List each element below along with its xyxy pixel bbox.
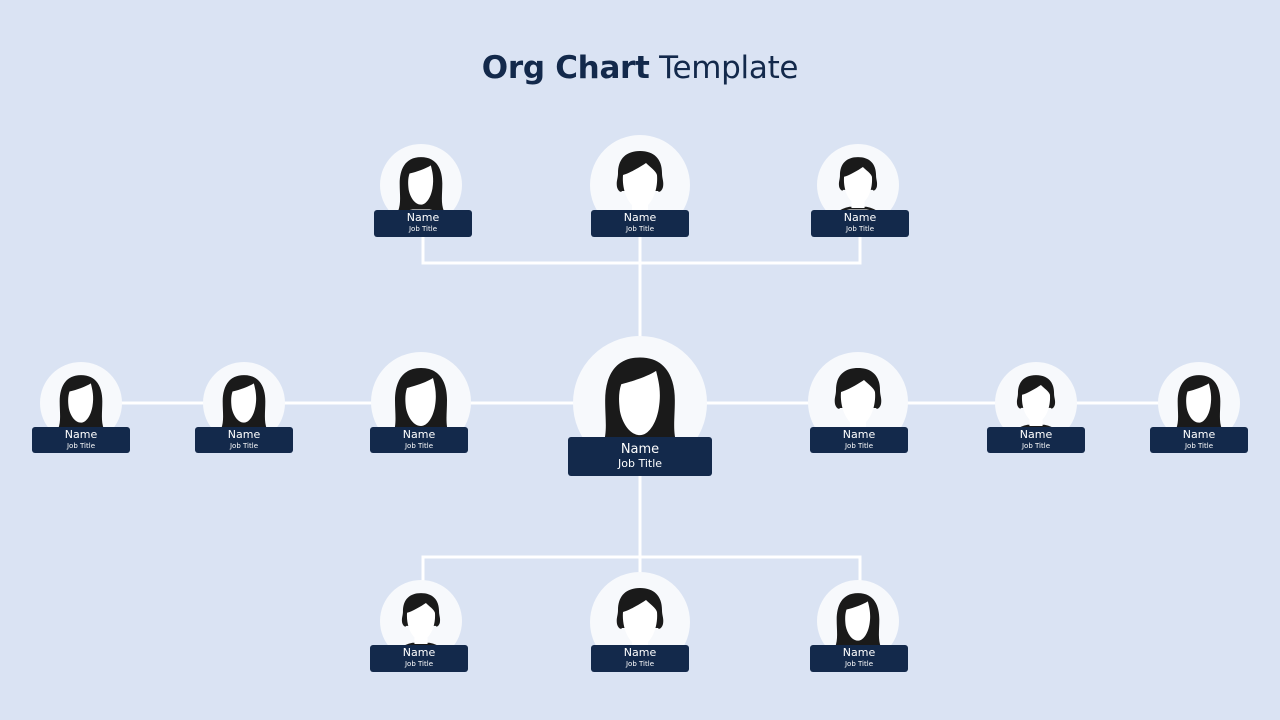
node-job-title: Job Title (408, 225, 438, 233)
node-job-title: Job Title (844, 442, 874, 450)
node-name: Name (402, 646, 436, 659)
node-name: Name (843, 211, 877, 224)
name-label: Name Job Title (987, 427, 1085, 453)
node-name: Name (406, 211, 440, 224)
name-label: Name Job Title (591, 645, 689, 672)
node-job-title: Job Title (229, 442, 259, 450)
name-label: Name Job Title (1150, 427, 1248, 453)
node-job-title: Job Title (1184, 442, 1214, 450)
node-job-title: Job Title (404, 442, 434, 450)
node-name: Name (1019, 428, 1053, 441)
node-name: Name (227, 428, 261, 441)
node-job-title: Job Title (617, 457, 663, 470)
name-label: Name Job Title (810, 427, 908, 453)
node-name: Name (623, 211, 657, 224)
node-name: Name (623, 646, 657, 659)
node-job-title: Job Title (844, 660, 874, 668)
node-name: Name (64, 428, 98, 441)
name-label: Name Job Title (370, 427, 468, 453)
node-job-title: Job Title (845, 225, 875, 233)
node-job-title: Job Title (1021, 442, 1051, 450)
name-label: Name Job Title (568, 437, 712, 476)
name-label: Name Job Title (370, 645, 468, 672)
node-job-title: Job Title (625, 660, 655, 668)
node-name: Name (842, 428, 876, 441)
node-name: Name (1182, 428, 1216, 441)
name-label: Name Job Title (374, 210, 472, 237)
node-name: Name (620, 442, 660, 457)
name-label: Name Job Title (810, 645, 908, 672)
node-name: Name (402, 428, 436, 441)
name-label: Name Job Title (591, 210, 689, 237)
node-job-title: Job Title (404, 660, 434, 668)
node-name: Name (842, 646, 876, 659)
node-job-title: Job Title (66, 442, 96, 450)
name-label: Name Job Title (811, 210, 909, 237)
name-label: Name Job Title (32, 427, 130, 453)
node-job-title: Job Title (625, 225, 655, 233)
name-label: Name Job Title (195, 427, 293, 453)
